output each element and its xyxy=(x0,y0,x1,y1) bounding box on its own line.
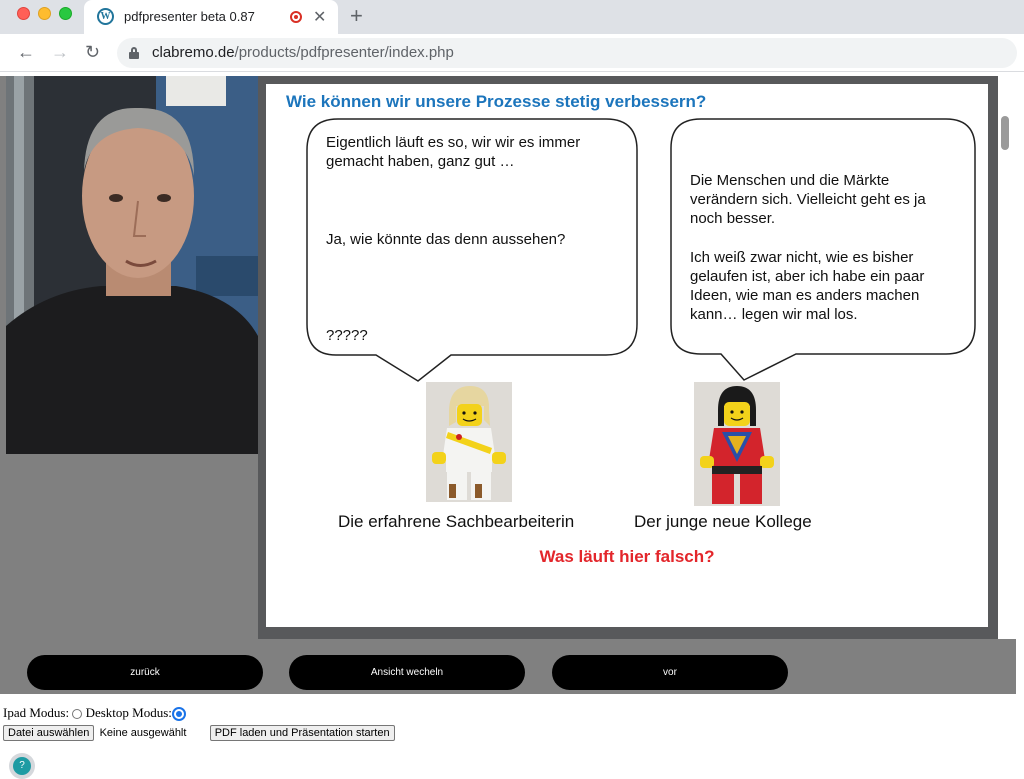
tab-title: pdfpresenter beta 0.87 xyxy=(124,9,255,24)
page: Wie können wir unsere Prozesse stetig ve… xyxy=(0,73,1024,779)
webcam-video xyxy=(6,76,258,454)
slide-question: Was läuft hier falsch? xyxy=(539,547,715,566)
left-bubble-line3: Ja, wie könnte das denn aussehen? xyxy=(326,231,566,248)
wordpress-icon: W xyxy=(97,8,114,25)
slide-scrollbar[interactable] xyxy=(998,76,1016,639)
new-tab-button[interactable]: + xyxy=(350,3,363,29)
minimize-window-button[interactable] xyxy=(38,7,51,20)
maximize-window-button[interactable] xyxy=(59,7,72,20)
ipad-mode-radio[interactable] xyxy=(72,709,83,720)
ipad-mode-label: Ipad Modus: xyxy=(3,705,70,720)
left-bubble-line2: gemacht haben, ganz gut … xyxy=(326,153,515,170)
no-file-label: Keine ausgewählt xyxy=(99,727,187,739)
back-button[interactable]: ← xyxy=(17,42,35,63)
right-bubble-line2: verändern sich. Vielleicht geht es ja xyxy=(690,191,926,208)
back-slide-button[interactable]: zurück xyxy=(27,655,263,690)
desktop-mode-radio[interactable] xyxy=(171,707,186,722)
url-text: clabremo.de/products/pdfpresenter/index.… xyxy=(152,44,454,61)
reload-button[interactable]: ↻ xyxy=(85,42,100,63)
address-bar[interactable]: clabremo.de/products/pdfpresenter/index.… xyxy=(117,38,1017,68)
clerk-caption: Die erfahrene Sachbearbeiterin xyxy=(338,512,575,531)
right-bubble-line7: kann… legen wir mal los. xyxy=(690,306,858,323)
right-bubble-line5: gelaufen ist, aber ich habe ein paar xyxy=(690,268,925,285)
browser-tab[interactable]: W pdfpresenter beta 0.87 ✕ xyxy=(84,0,338,34)
right-bubble-line6: Ideen, wie man es anders machen xyxy=(690,287,920,304)
presenter-controls: zurück Ansicht wecheln vor xyxy=(0,643,1016,695)
left-bubble-line1: Eigentlich läuft es so, wir wir es immer xyxy=(326,134,581,151)
lock-icon xyxy=(129,47,139,59)
lego-figure-clerk-image xyxy=(426,382,512,502)
desktop-mode-label: Desktop Modus: xyxy=(85,705,172,720)
load-pdf-button[interactable]: PDF laden und Präsentation starten xyxy=(209,725,395,741)
scrollbar-thumb[interactable] xyxy=(1001,116,1009,150)
browser-tabbar: W pdfpresenter beta 0.87 ✕ + xyxy=(0,0,1024,34)
forward-button[interactable]: → xyxy=(51,42,69,63)
next-slide-button[interactable]: vor xyxy=(552,655,788,690)
slide: Wie können wir unsere Prozesse stetig ve… xyxy=(266,84,988,627)
switch-view-button[interactable]: Ansicht wecheln xyxy=(289,655,525,690)
right-bubble-line3: noch besser. xyxy=(690,210,776,227)
right-bubble-line4: Ich weiß zwar nicht, wie es bisher xyxy=(690,249,914,266)
recording-icon xyxy=(290,11,302,23)
close-window-button[interactable] xyxy=(17,7,30,20)
mode-form: Ipad Modus: Desktop Modus: Datei auswähl… xyxy=(3,705,395,741)
close-tab-icon[interactable]: ✕ xyxy=(313,7,326,27)
help-icon[interactable]: ? xyxy=(9,753,35,779)
lego-figure-colleague-image xyxy=(694,382,780,506)
right-bubble-line1: Die Menschen und die Märkte xyxy=(690,172,890,189)
colleague-caption: Der junge neue Kollege xyxy=(634,512,812,531)
choose-file-button[interactable]: Datei auswählen xyxy=(3,725,95,741)
left-bubble-line4: ????? xyxy=(326,327,368,344)
browser-toolbar: ← → ↻ clabremo.de/products/pdfpresenter/… xyxy=(0,34,1024,72)
